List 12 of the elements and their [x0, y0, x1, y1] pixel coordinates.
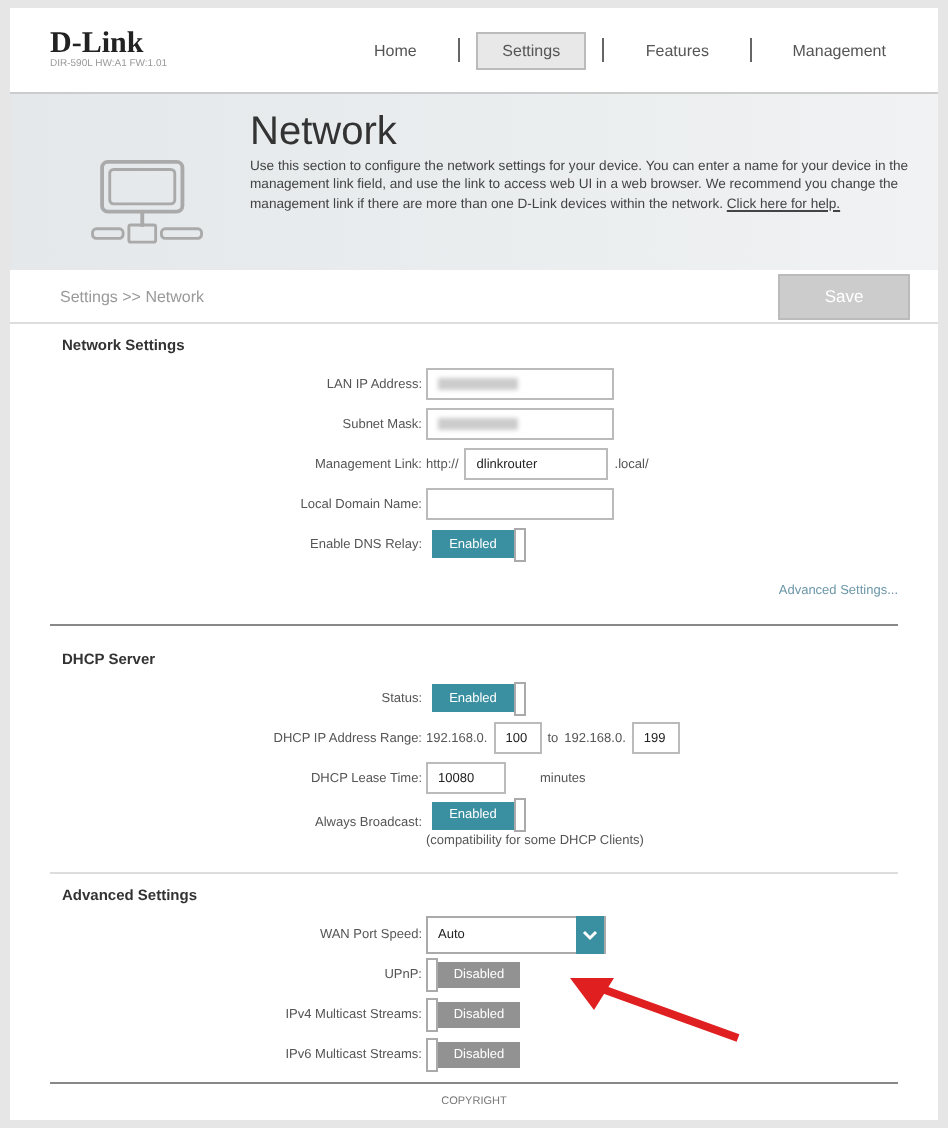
input-field[interactable] — [426, 368, 614, 400]
nav-tab[interactable]: Settings — [476, 31, 587, 69]
breadcrumb: Settings >> Network — [60, 287, 205, 305]
computer-network-icon — [90, 158, 206, 246]
nav-tab[interactable]: Management — [768, 33, 910, 67]
input-field[interactable] — [426, 488, 614, 520]
nav-tab[interactable]: Features — [621, 33, 733, 67]
input-field[interactable] — [426, 408, 614, 440]
page-title: Network — [250, 108, 399, 158]
nav-tab[interactable]: Home — [350, 33, 441, 67]
chevron-down-icon — [576, 915, 604, 953]
brand-logo: D-Link — [50, 30, 144, 58]
